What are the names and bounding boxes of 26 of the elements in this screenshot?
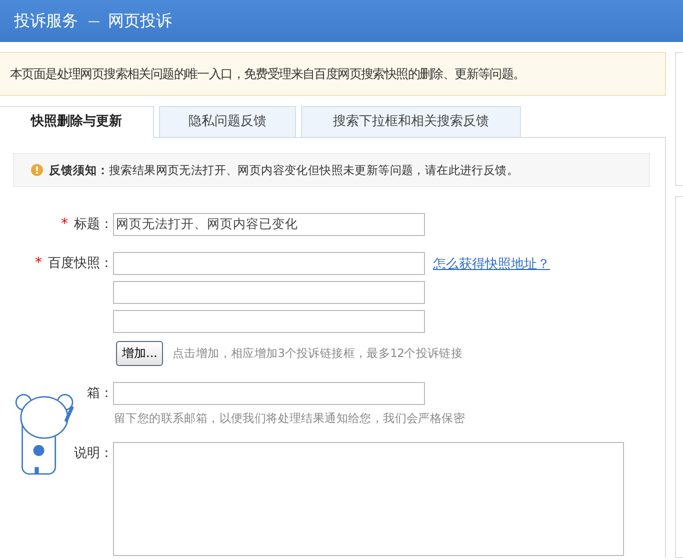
title-separator: — bbox=[88, 14, 100, 28]
input-field[interactable]: 网页无法打开、网页内容已变化 bbox=[113, 213, 425, 236]
field-label: 说明： bbox=[74, 446, 113, 461]
notice-text: 搜索结果网页无法打开、网页内容变化但快照未更新等问题，请在此进行反馈。 bbox=[109, 162, 519, 178]
add-button[interactable]: 增加... bbox=[116, 341, 164, 366]
notice-label: 反馈须知： bbox=[49, 162, 109, 178]
input-field[interactable] bbox=[113, 310, 425, 333]
tab[interactable]: 隐私问题反馈 bbox=[159, 106, 296, 137]
required-mark: * bbox=[61, 216, 68, 232]
input-field[interactable] bbox=[113, 382, 425, 405]
help-link[interactable]: 怎么获得快照地址？ bbox=[433, 254, 550, 272]
hint-text: 留下您的联系邮箱，以便我们将处理结果通知给您，我们会严格保密 bbox=[114, 411, 466, 426]
field-label: 标题： bbox=[74, 217, 113, 232]
field-label: 百度快照： bbox=[48, 256, 113, 271]
warning-icon bbox=[31, 164, 43, 176]
input-field[interactable] bbox=[113, 281, 425, 304]
text-area[interactable] bbox=[113, 442, 624, 556]
required-mark: * bbox=[35, 255, 42, 271]
hint-text: 点击增加，相应增加3个投诉链接框，最多12个投诉链接 bbox=[172, 346, 463, 361]
tab[interactable]: 搜索下拉框和相关搜索反馈 bbox=[301, 106, 521, 137]
input-field[interactable] bbox=[113, 252, 425, 275]
tab[interactable]: 快照删除与更新 bbox=[0, 106, 154, 138]
notice-banner: 本页面是处理网页搜索相关问题的唯一入口，免费受理来自百度网页搜索快照的删除、更新等问题。 bbox=[0, 52, 666, 96]
page-title: 投诉服务 bbox=[14, 10, 78, 32]
page-subtitle: 网页投诉 bbox=[108, 10, 172, 32]
field-label: 箱： bbox=[87, 386, 113, 401]
